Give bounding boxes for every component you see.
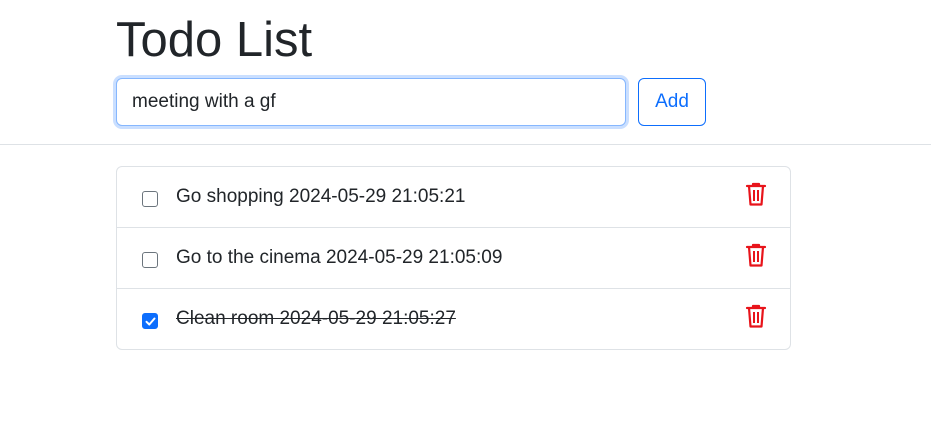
add-button[interactable]: Add	[638, 78, 706, 126]
trash-icon[interactable]	[744, 303, 768, 329]
todo-checkbox[interactable]	[142, 252, 158, 268]
todo-checkbox[interactable]	[142, 191, 158, 207]
todo-text: Go shopping 2024-05-29 21:05:21	[176, 186, 466, 207]
todo-item: Go shopping 2024-05-29 21:05:21	[117, 167, 790, 228]
trash-icon[interactable]	[744, 181, 768, 207]
todo-checkbox[interactable]	[142, 313, 158, 329]
page-title: Todo List	[116, 13, 313, 67]
checkmark-icon	[145, 317, 156, 326]
new-todo-input[interactable]	[116, 78, 626, 126]
header: Todo List Add	[0, 0, 931, 145]
todo-item: Go to the cinema 2024-05-29 21:05:09	[117, 228, 790, 289]
trash-icon[interactable]	[744, 242, 768, 268]
todo-list: Go shopping 2024-05-29 21:05:21 Go to th…	[116, 166, 791, 350]
todo-text: Clean room 2024-05-29 21:05:27	[176, 308, 456, 329]
todo-text: Go to the cinema 2024-05-29 21:05:09	[176, 247, 503, 268]
todo-item: Clean room 2024-05-29 21:05:27	[117, 289, 790, 349]
